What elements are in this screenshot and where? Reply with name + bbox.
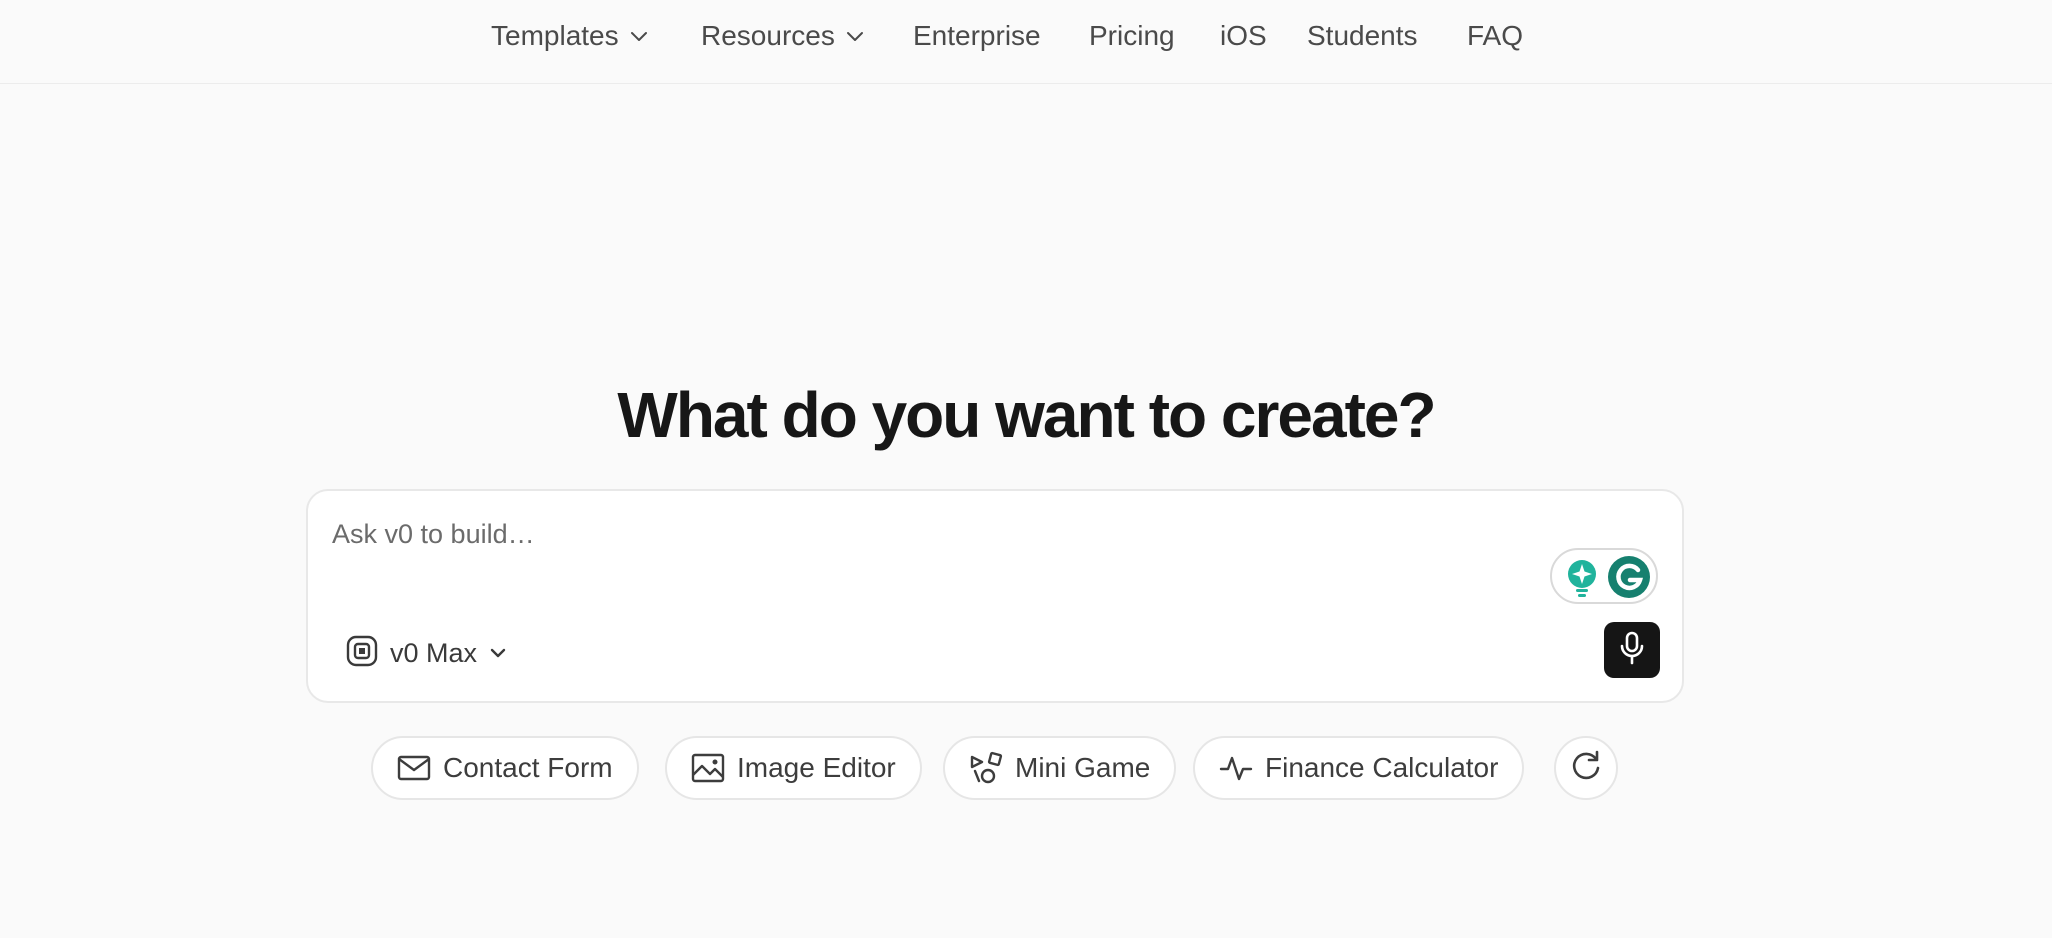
nav-pricing[interactable]: Pricing [1089,16,1175,56]
nav-ios-label: iOS [1220,20,1267,51]
nav-students-label: Students [1307,20,1418,51]
model-chip-icon [346,635,378,672]
microphone-icon [1617,631,1647,670]
chevron-down-icon [489,644,507,662]
nav-enterprise[interactable]: Enterprise [913,16,1041,56]
nav-pricing-label: Pricing [1089,20,1175,51]
refresh-icon [1569,749,1603,788]
shapes-icon [969,751,1003,785]
suggestion-label: Mini Game [1015,752,1151,783]
top-navigation: Templates Resources Enterprise Pricing i… [0,0,2052,84]
suggestion-mini-game[interactable]: Mini Game [943,736,1177,800]
suggestion-contact-form[interactable]: Contact Form [371,736,639,800]
model-label: v0 Max [390,637,478,668]
refresh-suggestions-button[interactable] [1554,736,1618,800]
microphone-button[interactable] [1604,622,1660,678]
grammarly-widget[interactable] [1550,548,1658,604]
lightbulb-sparkle-icon[interactable] [1564,558,1600,598]
nav-templates-label: Templates [491,20,619,51]
chevron-down-icon [629,26,649,46]
nav-ios[interactable]: iOS [1220,16,1267,56]
suggestion-finance-calculator[interactable]: Finance Calculator [1193,736,1525,800]
nav-resources-label: Resources [701,20,835,51]
nav-templates[interactable]: Templates [491,16,649,56]
suggestion-label: Contact Form [443,752,613,783]
nav-resources[interactable]: Resources [701,16,865,56]
grammarly-logo-icon[interactable] [1608,556,1650,598]
nav-faq-label: FAQ [1467,20,1524,51]
page-title: What do you want to create? [617,379,1436,451]
model-selector[interactable]: v0 Max [346,633,507,673]
nav-faq[interactable]: FAQ [1467,16,1523,56]
suggestion-label: Image Editor [737,752,896,783]
suggestion-label: Finance Calculator [1265,752,1499,783]
chevron-down-icon [845,26,865,46]
activity-icon [1219,751,1253,785]
prompt-input[interactable] [332,509,1532,559]
mail-icon [397,751,431,785]
image-icon [691,751,725,785]
prompt-box: v0 Max [306,489,1684,703]
nav-enterprise-label: Enterprise [913,20,1041,51]
suggestion-image-editor[interactable]: Image Editor [665,736,922,800]
nav-students[interactable]: Students [1307,16,1418,56]
